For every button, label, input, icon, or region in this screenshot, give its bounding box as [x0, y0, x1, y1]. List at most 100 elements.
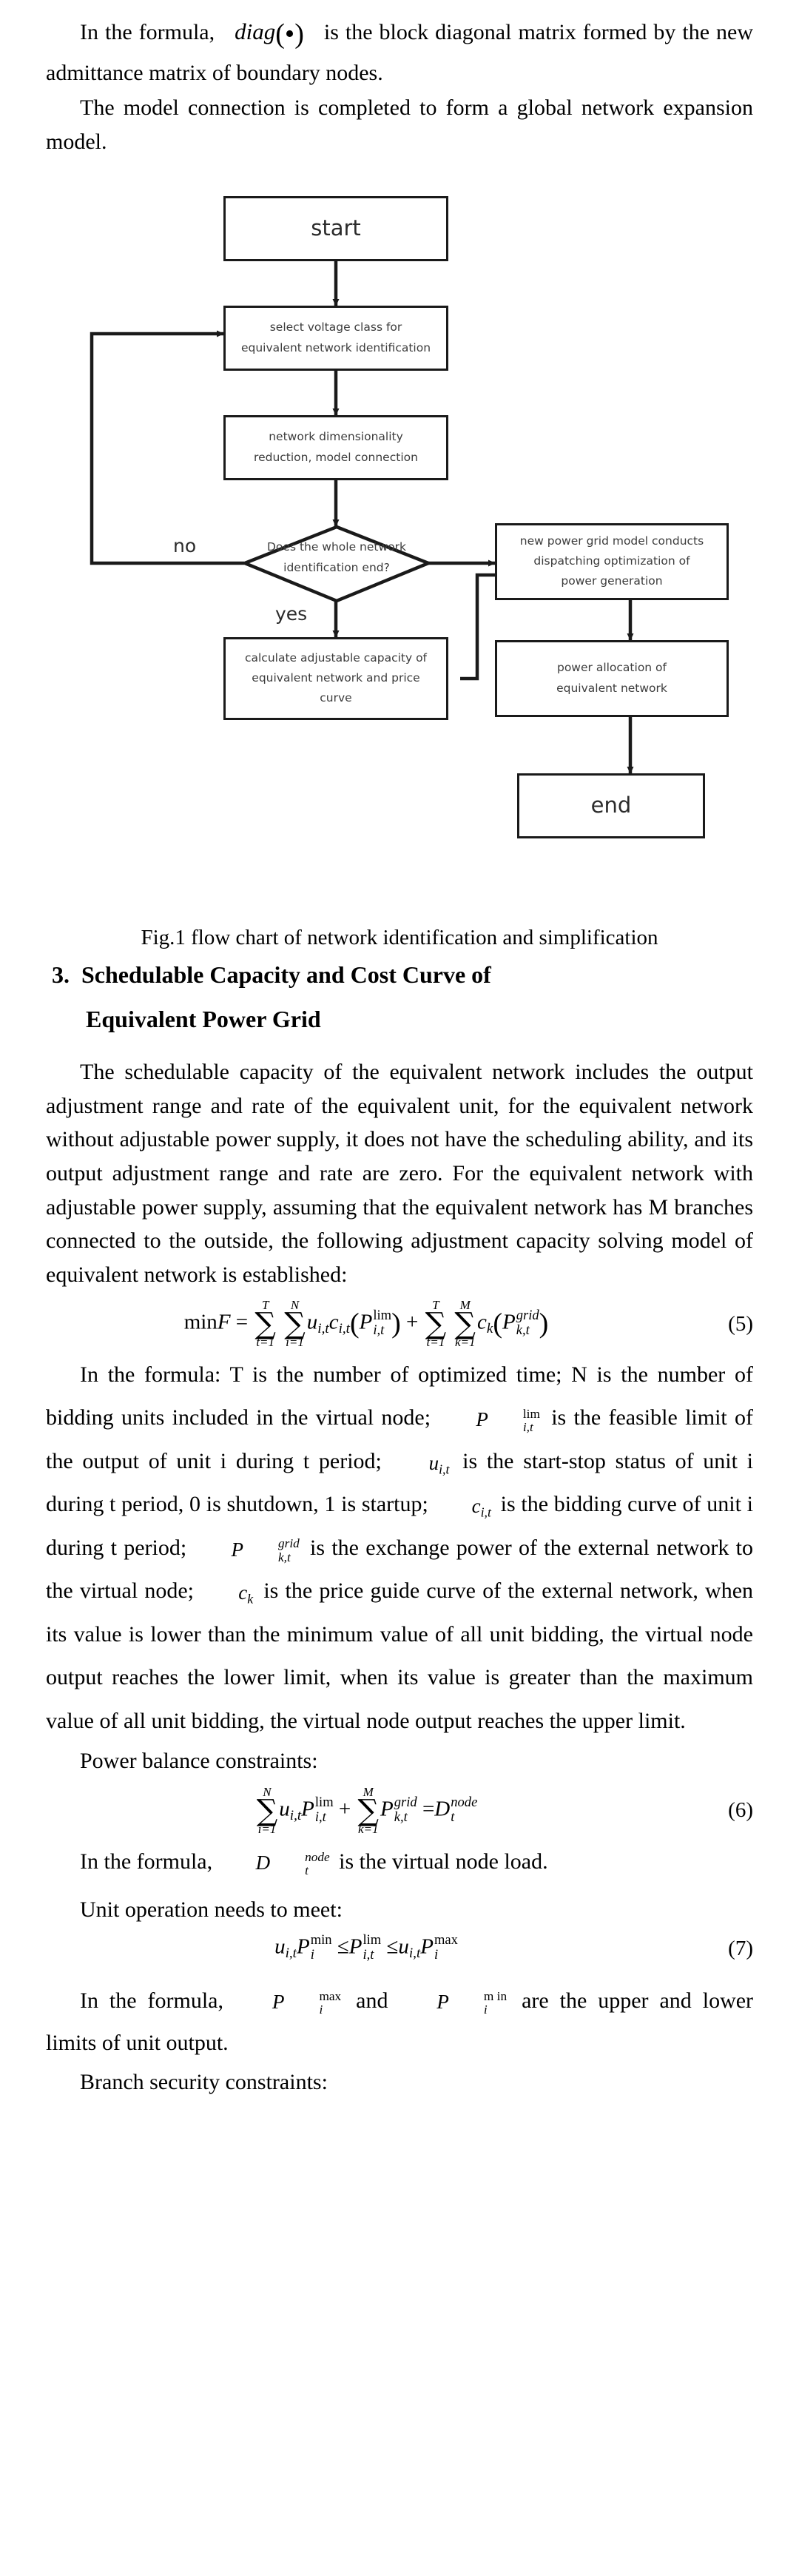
flow-node-decision-line1: Does the whole network — [266, 539, 407, 554]
symbol-u-it: ui,t — [395, 1444, 450, 1483]
eq5-ck: c — [476, 1310, 487, 1334]
flow-node-calc-capacity[interactable]: calculate adjustable capacity of equival… — [223, 636, 448, 720]
section-title-line2: Equivalent Power Grid — [86, 1006, 321, 1033]
p6-a: In the formula, — [80, 1849, 213, 1874]
eq7-Pmid: P — [348, 1934, 363, 1959]
eq7-Pmid-scripts: lim i,t — [363, 1933, 381, 1962]
paragraph-variable-definitions: In the formula: T is the number of optim… — [46, 1353, 753, 1743]
eq7-Pmax-scripts: max i — [434, 1933, 458, 1962]
equation-7: ui,tP min i ≤P lim i,t ≤ui,tP max i — [46, 1933, 687, 1963]
eq5-P-sub: i,t — [373, 1322, 385, 1339]
symbol-P-lim-it-base: P — [476, 1408, 488, 1431]
flow-node-dispatch-line2: dispatching optimization of — [533, 554, 690, 568]
p6-b: is the virtual node load. — [339, 1849, 548, 1874]
flow-node-power-allocation[interactable]: power allocation of equivalent network — [495, 639, 729, 717]
symbol-c-k: ck — [204, 1573, 253, 1612]
section-title-line1: Schedulable Capacity and Cost Curve of — [81, 961, 491, 988]
eq5-Pg-sub: k,t — [516, 1322, 530, 1339]
paragraph-formula-intro: In the formula, diag(•) is the block dia… — [46, 13, 753, 90]
equation-7-row: ui,tP min i ≤P lim i,t ≤ui,tP max i (7) — [46, 1933, 753, 1963]
flow-node-power-allocation-line2: equivalent network — [556, 681, 667, 695]
flow-node-select-voltage[interactable]: select voltage class for equivalent netw… — [223, 305, 448, 371]
p4-j: is — [263, 1578, 279, 1604]
eq6-D-sub: t — [451, 1809, 455, 1825]
eq5-sum-1-bot: t=1 — [256, 1335, 275, 1350]
paragraph-unit-output-limits: In the formula, Pmax i and Pm in i are the… — [46, 1980, 753, 2064]
eq6-sum-2-bot: k=1 — [358, 1821, 379, 1836]
eq5-Pg: P — [502, 1310, 516, 1334]
eq5-c-sub: i,t — [338, 1321, 350, 1337]
flow-node-start[interactable]: start — [223, 195, 448, 261]
flow-node-calc-capacity-line1: calculate adjustable capacity of — [244, 650, 428, 665]
paragraph-branch-security: Branch security constraints: — [80, 2069, 328, 2094]
flow-node-dispatch[interactable]: new power grid model conducts dispatchin… — [495, 522, 729, 600]
eq5-min: min — [183, 1310, 218, 1334]
symbol-P-grid-kt-base: P — [231, 1538, 243, 1561]
symbol-P-grid-kt-sub: k,t — [277, 1550, 291, 1564]
eq7-Pmax-sub: i — [434, 1946, 439, 1963]
eq6-plus: + — [338, 1797, 351, 1821]
eq5-P-scripts: lim i,t — [373, 1308, 391, 1337]
symbol-u-it-base: u — [428, 1451, 439, 1474]
flow-node-select-voltage-line1: select voltage class for — [269, 320, 402, 334]
symbol-P-max-i-scripts: max i — [285, 1989, 341, 2017]
eq5-F: F — [217, 1310, 231, 1334]
eq5-sum-2-bot: i=1 — [286, 1335, 304, 1350]
flow-node-end-label: end — [590, 793, 632, 818]
eq5-P-sup: lim — [373, 1308, 392, 1324]
equation-7-number: (7) — [728, 1936, 753, 1960]
symbol-D-node-t-scripts: node t — [271, 1850, 330, 1878]
flow-node-dimensionality[interactable]: network dimensionality reduction, model … — [223, 414, 448, 480]
eq7-u-sub: i,t — [285, 1946, 297, 1962]
eq6-D-scripts: node t — [451, 1795, 477, 1824]
eq6-sum-2: M ∑ k=1 — [357, 1786, 379, 1836]
eq5-sum-1-symbol: ∑ — [254, 1307, 276, 1342]
eq7-le-2: ≤ — [386, 1934, 399, 1959]
eq7-Pmin-sub: i — [310, 1946, 314, 1963]
eq7-le-1: ≤ — [337, 1934, 349, 1959]
eq6-u-sub: i,t — [289, 1808, 302, 1824]
eq5-paren2-open: ( — [493, 1308, 503, 1339]
equation-5-number: (5) — [728, 1311, 753, 1336]
eq7-Pmin-scripts: min i — [311, 1933, 332, 1962]
eq5-sum-3-symbol: ∑ — [425, 1307, 447, 1342]
flow-node-start-label: start — [311, 215, 361, 241]
flowchart: start select voltage class for equivalen… — [46, 181, 753, 921]
eq7-u2-sub: i,t — [408, 1946, 421, 1962]
eq6-Pg-scripts: grid k,t — [394, 1795, 417, 1824]
eq5-u: u — [306, 1310, 318, 1334]
symbol-c-k-sub: k — [247, 1591, 254, 1607]
symbol-c-k-base: c — [238, 1581, 248, 1604]
eq7-Pmid-sup: lim — [363, 1932, 382, 1948]
flow-node-select-voltage-line2: equivalent network identification — [240, 340, 431, 354]
symbol-c-it: ci,t — [438, 1487, 491, 1526]
eq5-equals: = — [235, 1310, 249, 1334]
flow-node-end[interactable]: end — [517, 773, 705, 838]
symbol-P-min-i-sup: m in — [483, 1988, 508, 2003]
symbol-P-min-i-scripts: m in i — [450, 1988, 508, 2017]
p1-text-before: In the formula, — [80, 20, 215, 44]
eq5-sum-4-bot: k=1 — [454, 1335, 476, 1350]
eq5-paren2-close: ) — [539, 1308, 549, 1339]
eq5-P: P — [359, 1310, 373, 1334]
symbol-P-lim-it-scripts: lim i,t — [489, 1407, 540, 1435]
eq5-sum-1: T ∑ t=1 — [254, 1299, 276, 1349]
eq7-Pmid-sub: i,t — [363, 1946, 374, 1963]
eq6-P-sup: lim — [314, 1795, 334, 1811]
flow-node-decision-label: Does the whole network identification en… — [252, 537, 422, 579]
diag-symbol: diag — [235, 19, 276, 44]
eq6-sum-1-bot: i=1 — [257, 1821, 277, 1836]
eq6-P-scripts: lim i,t — [315, 1795, 334, 1824]
flow-node-dispatch-line3: power generation — [561, 574, 663, 588]
eq6-Pg-sup: grid — [394, 1795, 417, 1811]
equation-6: N ∑ i=1 ui,tP lim i,t + M ∑ k=1 Pgrid k,t =… — [46, 1786, 687, 1836]
eq6-sum-2-symbol: ∑ — [357, 1793, 380, 1828]
flow-node-dispatch-line1: new power grid model conducts — [519, 534, 704, 548]
eq5-sum-4-symbol: ∑ — [454, 1307, 476, 1342]
symbol-D-node-t-base: D — [255, 1852, 271, 1874]
eq6-P-sub: i,t — [314, 1809, 326, 1825]
section-number: 3. — [52, 961, 70, 988]
symbol-c-it-sub: i,t — [480, 1504, 491, 1520]
eq7-u: u — [274, 1934, 286, 1959]
